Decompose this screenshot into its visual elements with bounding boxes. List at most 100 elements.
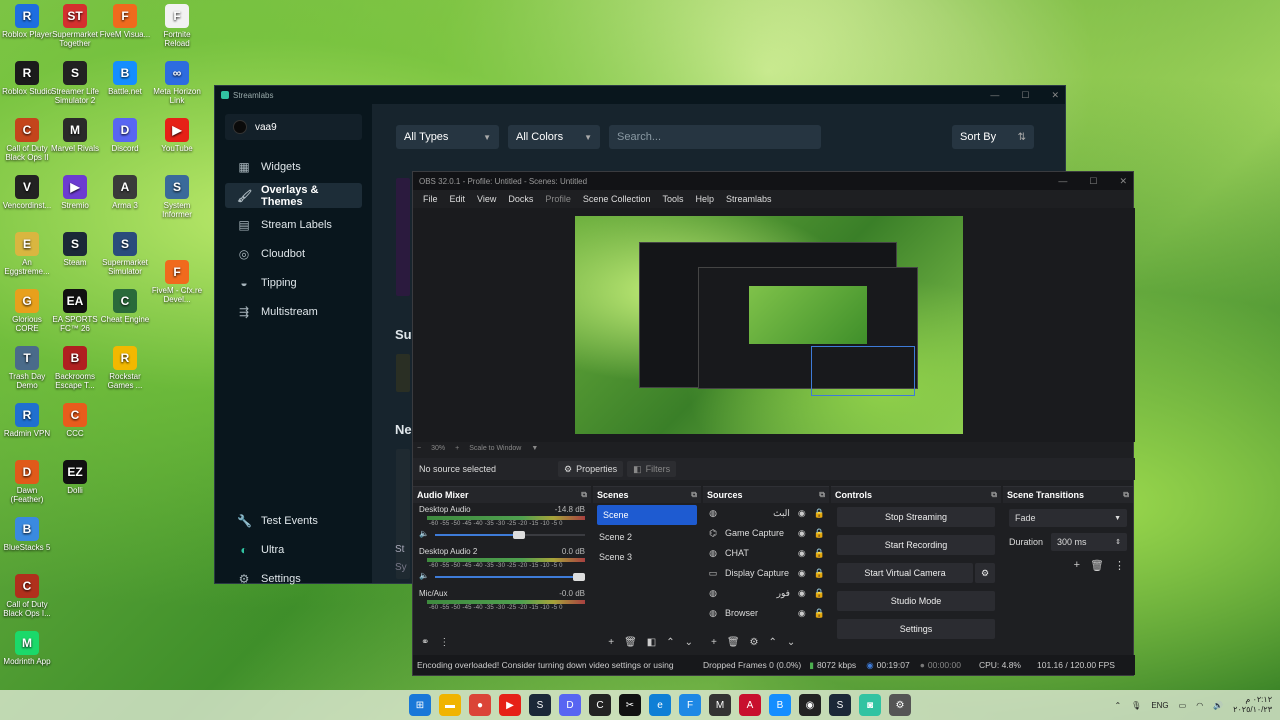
lock-icon[interactable]: 🔒 xyxy=(814,528,825,539)
steam-icon[interactable]: S xyxy=(529,694,551,716)
move-up-icon[interactable]: ⌃ xyxy=(769,637,777,648)
settings-icon[interactable]: ⚙ xyxy=(889,694,911,716)
desktop-icon[interactable]: D Discord xyxy=(98,118,152,153)
edge-icon[interactable]: e xyxy=(649,694,671,716)
volume-slider[interactable]: 🔈 xyxy=(419,571,585,581)
sidebar-item-overlays-themes[interactable]: 🖌 Overlays & Themes xyxy=(225,183,362,208)
control-start-virtual-camera-button[interactable]: Start Virtual Camera xyxy=(837,563,973,583)
desktop-icon[interactable]: R Roblox Studio xyxy=(0,61,54,96)
control-stop-streaming-button[interactable]: Stop Streaming xyxy=(837,507,995,527)
maximize-icon[interactable]: ☐ xyxy=(1089,176,1097,187)
desktop-icon[interactable]: ▶ YouTube xyxy=(150,118,204,153)
scene-item[interactable]: Scene 2 xyxy=(593,527,701,547)
speaker-icon[interactable]: 🔈 xyxy=(419,529,429,538)
types-dropdown[interactable]: All Types ▼ xyxy=(396,125,499,149)
add-icon[interactable]: + xyxy=(1074,559,1080,572)
mic-icon[interactable]: 🎙 xyxy=(1131,701,1141,710)
overlay-thumbnail[interactable] xyxy=(396,178,410,296)
overlay-thumbnail[interactable] xyxy=(396,449,410,579)
source-item[interactable]: ▭ Display Capture ◉ 🔒 xyxy=(703,563,829,583)
eye-icon[interactable]: ◉ xyxy=(798,608,806,619)
colors-dropdown[interactable]: All Colors ▼ xyxy=(508,125,600,149)
sort-by-button[interactable]: Sort By ⇅ xyxy=(952,125,1034,149)
link-icon[interactable]: ⚭ xyxy=(421,637,429,648)
minimize-icon[interactable]: — xyxy=(1058,176,1067,187)
filters-button[interactable]: ◧ Filters xyxy=(627,461,677,477)
menu-file[interactable]: File xyxy=(417,194,444,204)
eye-icon[interactable]: ◉ xyxy=(798,508,806,519)
filter-icon[interactable]: ◧ xyxy=(647,637,656,648)
desktop-icon[interactable]: B BlueStacks 5 xyxy=(0,517,54,552)
overlay-thumbnail[interactable] xyxy=(396,354,410,392)
chevron-down-icon[interactable]: ▼ xyxy=(531,445,538,452)
menu-edit[interactable]: Edit xyxy=(444,194,472,204)
chevron-up-icon[interactable]: ⌃ xyxy=(1114,701,1121,710)
move-up-icon[interactable]: ⌃ xyxy=(666,637,674,648)
zoom-out-button[interactable]: − xyxy=(417,445,421,452)
desktop-icon[interactable]: C CCC xyxy=(48,403,102,438)
desktop-icon[interactable]: G Glorious CORE xyxy=(0,289,54,333)
wifi-icon[interactable]: ◠ xyxy=(1196,701,1203,710)
eye-icon[interactable]: ◉ xyxy=(798,548,806,559)
menu-help[interactable]: Help xyxy=(689,194,720,204)
eye-icon[interactable]: ◉ xyxy=(798,528,806,539)
scene-item[interactable]: Scene 3 xyxy=(593,547,701,567)
more-icon[interactable]: ⋮ xyxy=(439,637,449,648)
slider-thumb[interactable] xyxy=(573,573,585,581)
desktop-icon[interactable]: V Vencordinst... xyxy=(0,175,54,210)
network-icon[interactable]: ▭ xyxy=(1179,701,1187,710)
discord-icon[interactable]: D xyxy=(559,694,581,716)
sidebar-item-widgets[interactable]: ▦ Widgets xyxy=(225,154,362,179)
desktop-icon[interactable]: C Cheat Engine xyxy=(98,289,152,324)
menu-tools[interactable]: Tools xyxy=(656,194,689,204)
desktop-icon[interactable]: R Roblox Player xyxy=(0,4,54,39)
zoom-in-button[interactable]: + xyxy=(455,445,459,452)
source-item[interactable]: ◍ البث ◉ 🔒 xyxy=(703,503,829,523)
control-start-recording-button[interactable]: Start Recording xyxy=(837,535,995,555)
source-item[interactable]: ◍ Browser ◉ 🔒 xyxy=(703,603,829,623)
virtual-camera-settings-button[interactable]: ⚙ xyxy=(975,563,995,583)
desktop-icon[interactable]: S Steam xyxy=(48,232,102,267)
eye-icon[interactable]: ◉ xyxy=(798,588,806,599)
eye-icon[interactable]: ◉ xyxy=(798,568,806,579)
lock-icon[interactable]: 🔒 xyxy=(814,608,825,619)
dock-float-icon[interactable]: ⧉ xyxy=(991,490,997,500)
slider-thumb[interactable] xyxy=(513,531,525,539)
move-down-icon[interactable]: ⌄ xyxy=(685,637,693,648)
sidebar-item-multistream[interactable]: ⇶ Multistream xyxy=(225,299,362,324)
fiveм-icon[interactable]: F xyxy=(679,694,701,716)
desktop-icon[interactable]: ▶ Stremio xyxy=(48,175,102,210)
speaker-icon[interactable]: 🔈 xyxy=(419,571,429,580)
dock-float-icon[interactable]: ⧉ xyxy=(1123,490,1129,500)
source-item[interactable]: ◍ CHAT ◉ 🔒 xyxy=(703,543,829,563)
lock-icon[interactable]: 🔒 xyxy=(814,568,825,579)
add-icon[interactable]: + xyxy=(608,637,614,648)
add-icon[interactable]: + xyxy=(711,637,717,648)
desktop-icon[interactable]: F FiveM Visua... xyxy=(98,4,152,39)
volume-slider[interactable]: 🔈 xyxy=(419,529,585,539)
menu-scene-collection[interactable]: Scene Collection xyxy=(577,194,657,204)
move-down-icon[interactable]: ⌄ xyxy=(787,637,795,648)
desktop-icon[interactable]: R Radmin VPN xyxy=(0,403,54,438)
cod-icon[interactable]: C xyxy=(589,694,611,716)
close-icon[interactable]: ✕ xyxy=(1119,176,1127,187)
trash-icon[interactable]: 🗑 xyxy=(624,637,637,648)
menu-view[interactable]: View xyxy=(471,194,502,204)
desktop-icon[interactable]: A Arma 3 xyxy=(98,175,152,210)
desktop-icon[interactable]: B Battle.net xyxy=(98,61,152,96)
file-explorer-icon[interactable]: ▬ xyxy=(439,694,461,716)
sidebar-item-cloudbot[interactable]: ◎ Cloudbot xyxy=(225,241,362,266)
gear-icon[interactable]: ⚙ xyxy=(750,637,759,648)
sidebar-item-stream-labels[interactable]: ▤ Stream Labels xyxy=(225,212,362,237)
desktop-icon[interactable]: R Rockstar Games ... xyxy=(98,346,152,390)
battlenet-icon[interactable]: B xyxy=(769,694,791,716)
maximize-icon[interactable]: ☐ xyxy=(1021,90,1029,101)
adobe-icon[interactable]: A xyxy=(739,694,761,716)
menu-docks[interactable]: Docks xyxy=(502,194,539,204)
capcut-icon[interactable]: ✂ xyxy=(619,694,641,716)
transition-select[interactable]: Fade ▼ xyxy=(1009,509,1127,527)
desktop-icon[interactable]: EA EA SPORTS FC™ 26 xyxy=(48,289,102,333)
desktop-icon[interactable]: S Supermarket Simulator xyxy=(98,232,152,276)
desktop-icon[interactable]: ∞ Meta Horizon Link xyxy=(150,61,204,105)
sidebar-item-tipping[interactable]: ◒ Tipping xyxy=(225,270,362,295)
